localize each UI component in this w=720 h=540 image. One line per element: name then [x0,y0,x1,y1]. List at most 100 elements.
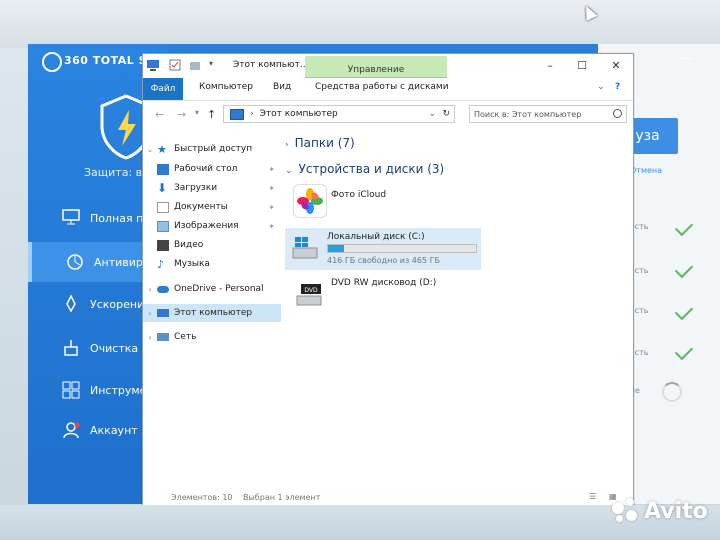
nav-desktop[interactable]: Рабочий стол ✦ [143,160,281,178]
cancel-link[interactable]: Отмена [630,166,662,175]
up-arrow-icon[interactable]: ↑ [207,108,216,121]
nav-network[interactable]: › Сеть [143,328,281,346]
nav-item-label: Быстрый доступ [174,144,253,154]
avito-logo-icon [612,498,638,524]
quick-access-dropdown-icon[interactable]: ▾ [209,59,221,71]
star-icon: ★ [157,142,167,156]
search-placeholder: Поиск в: Этот компьютер [474,109,582,119]
pin-icon[interactable]: ✦ [268,203,275,212]
nav-item-label: Очистка [90,341,139,355]
breadcrumb-separator-icon: › [250,109,254,119]
nav-item-label: Загрузки [174,183,218,193]
loading-spinner-icon [662,382,682,402]
group-devices[interactable]: ⌄ Устройства и диски (3) [285,162,444,176]
status-bar: Элементов: 10 Выбран 1 элемент ☰ ▦ [143,490,633,506]
svg-text:DVD: DVD [304,287,318,294]
tab-disk-tools[interactable]: Средства работы с дисками [315,82,449,92]
tab-computer[interactable]: Компьютер [199,82,253,92]
pictures-icon [157,220,169,232]
minimize-button[interactable]: – [535,56,565,74]
drive-free-space: 416 ГБ свободно из 465 ГБ [327,256,440,265]
ribbon-expand-icon[interactable]: ⌄ [597,82,605,92]
nav-music[interactable]: ♪ Музыка [143,255,281,273]
app-title: 360 TOTAL S [64,54,148,67]
expand-icon[interactable]: › [143,333,157,342]
drive-icloud-photos[interactable]: Фото iCloud [289,182,479,224]
total-security-minimize-icon[interactable] [682,58,692,59]
desktop-icon [157,163,169,175]
protection-status: Защита: в [84,166,143,179]
pin-icon[interactable]: ✦ [268,222,275,231]
recent-dropdown-icon[interactable]: ▾ [195,108,199,117]
expand-icon[interactable]: › [143,285,157,294]
search-input[interactable]: Поиск в: Этот компьютер [469,105,627,123]
network-icon [157,333,169,341]
status-selection: Выбран 1 элемент [243,493,321,502]
new-folder-icon[interactable] [189,59,201,71]
computer-icon [147,59,159,71]
explorer-titlebar[interactable]: ▾ Этот компьют... Управление – ☐ ✕ [143,54,633,78]
address-dropdown-icon[interactable]: ⌄ [428,109,436,119]
tab-view[interactable]: Вид [273,82,291,92]
monitor-icon [62,209,80,227]
group-folders[interactable]: › Папки (7) [285,136,355,150]
address-input[interactable]: › Этот компьютер ⌄ ↻ [223,105,455,123]
close-button[interactable]: ✕ [601,56,631,74]
capacity-bar [327,244,477,253]
properties-icon[interactable] [169,59,181,71]
maximize-button[interactable]: ☐ [567,56,597,74]
expand-icon[interactable]: › [143,309,157,318]
ribbon-tabs: Файл Компьютер Вид Средства работы с дис… [143,78,633,101]
navigation-pane: ⌄ ★ Быстрый доступ Рабочий стол ✦ ⬇ Загр… [143,130,281,486]
nav-item-label: Музыка [174,259,210,269]
expand-icon: › [285,140,289,150]
address-bar: ← → ▾ ↑ › Этот компьютер ⌄ ↻ Поиск в: Эт… [143,102,633,126]
forward-arrow-icon[interactable]: → [177,108,186,121]
nav-item-label: Ускорени [90,297,145,311]
nav-videos[interactable]: Видео [143,236,281,254]
nav-item-label: Сеть [174,332,197,342]
nav-quick-access[interactable]: ⌄ ★ Быстрый доступ [143,140,281,158]
nav-downloads[interactable]: ⬇ Загрузки ✦ [143,179,281,197]
breadcrumb: Этот компьютер [259,109,338,119]
tab-file[interactable]: Файл [143,78,183,100]
back-arrow-icon[interactable]: ← [155,108,164,121]
nav-item-label: Полная п [90,211,144,225]
nav-documents[interactable]: Документы ✦ [143,198,281,216]
nav-item-label: Изображения [174,221,239,231]
refresh-icon[interactable]: ↻ [442,109,450,119]
pin-icon[interactable]: ✦ [268,165,275,174]
nav-item-label: Инструме [90,383,147,397]
collapse-icon: ⌄ [285,166,293,176]
explorer-window: ▾ Этот компьют... Управление – ☐ ✕ Файл … [142,53,634,507]
music-icon: ♪ [157,257,165,271]
rocket-icon [62,294,80,313]
drive-local-c[interactable]: Локальный диск (C:) 416 ГБ свободно из 4… [285,228,481,270]
drive-dvd-d[interactable]: DVD DVD RW дисковод (D:) [289,276,479,318]
details-view-icon[interactable]: ☰ [589,492,596,501]
tools-icon [62,381,80,399]
nav-pictures[interactable]: Изображения ✦ [143,217,281,235]
nav-onedrive[interactable]: › OneDrive - Personal [143,280,281,298]
avito-watermark: Avito [612,498,708,524]
nav-this-pc[interactable]: › Этот компьютер [143,304,281,322]
windows-drive-icon [291,234,319,262]
tab-management[interactable]: Управление [305,56,447,78]
group-title: Устройства и диски (3) [298,162,445,176]
nav-item-label: Аккаунт [90,423,138,437]
computer-icon [230,108,244,120]
nav-item-label: Документы [174,202,228,212]
pin-icon[interactable]: ✦ [268,184,275,193]
video-icon [157,239,169,251]
capacity-bar-fill [328,245,344,252]
dvd-drive-icon: DVD [295,282,323,310]
status-item-count: Элементов: 10 [171,493,233,502]
broom-icon [62,339,80,357]
document-icon [157,201,169,213]
drive-name: Фото iCloud [331,190,387,200]
collapse-icon[interactable]: ⌄ [143,145,157,154]
total-security-logo-icon [42,52,62,72]
help-icon[interactable]: ? [615,82,620,92]
group-title: Папки (7) [294,136,355,150]
search-icon [613,109,622,118]
